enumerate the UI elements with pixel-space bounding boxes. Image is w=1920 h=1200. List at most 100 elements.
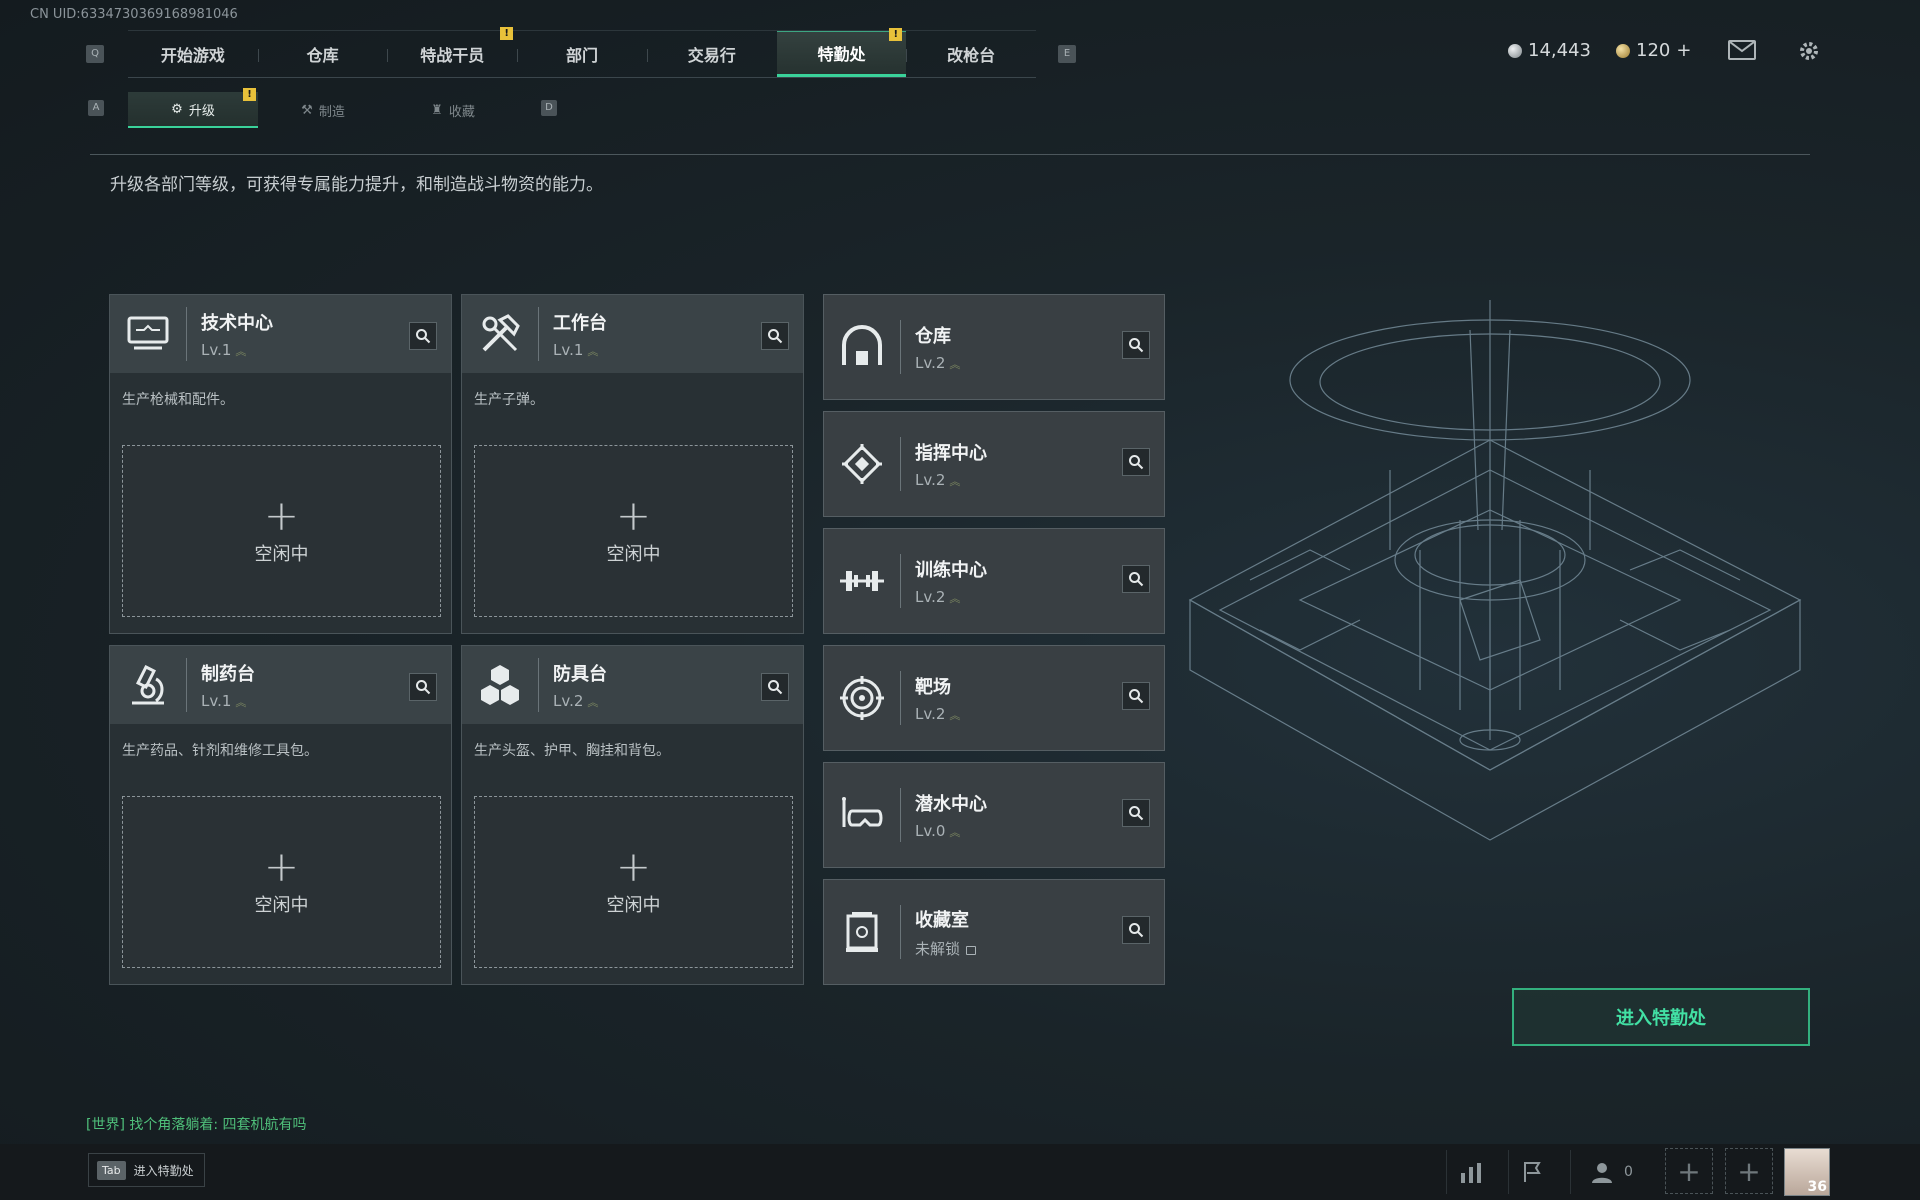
facility-name: 指挥中心 [915, 443, 987, 464]
chat-line[interactable]: [世界] 找个角落躺着: 四套机航有吗 [86, 1114, 307, 1134]
facility-card-shooting-range[interactable]: 靶场 Lv.2 ︽ [823, 645, 1165, 751]
facility-name: 潜水中心 [915, 794, 987, 815]
sub-nav: ⚙ 升级 ! ⚒ 制造 ♜ 收藏 [128, 88, 518, 128]
search-button[interactable] [761, 673, 789, 701]
facility-name: 仓库 [915, 326, 951, 347]
facility-level: Lv.0 [915, 822, 946, 840]
prev-tab-key[interactable]: Q [86, 45, 104, 63]
stats-icon[interactable] [1446, 1150, 1494, 1194]
facility-card-command-center[interactable]: 指挥中心 Lv.2 ︽ [823, 411, 1165, 517]
search-button[interactable] [1122, 331, 1150, 359]
facility-level: Lv.2 [915, 354, 946, 372]
add-icon: + [1737, 1154, 1761, 1188]
subtab-upgrade[interactable]: ⚙ 升级 ! [128, 88, 258, 128]
slot-status: 空闲中 [606, 895, 661, 916]
add-icon: + [615, 842, 652, 891]
search-button[interactable] [409, 322, 437, 350]
facility-card-workbench[interactable]: 工作台 Lv.1 ︽ 生产子弹。 + 空闲中 [461, 294, 804, 634]
search-icon [1129, 806, 1144, 821]
search-button[interactable] [1122, 916, 1150, 944]
tab-departments[interactable]: 部门 [517, 31, 647, 77]
alert-badge: ! [243, 88, 256, 101]
search-button[interactable] [1122, 799, 1150, 827]
microscope-icon [110, 646, 186, 724]
search-button[interactable] [1122, 565, 1150, 593]
facility-description: 生产枪械和配件。 [122, 392, 234, 408]
production-slot[interactable]: + 空闲中 [122, 796, 441, 968]
tab-key: Tab [97, 1160, 126, 1180]
cubes-icon [462, 646, 538, 724]
tab-operators[interactable]: 特战干员! [387, 27, 517, 77]
next-subtab-key[interactable]: D [541, 100, 557, 116]
facility-card-collection-room[interactable]: 收藏室 未解锁 [823, 879, 1165, 985]
slot-status: 空闲中 [254, 895, 309, 916]
add-squad-slot-2[interactable]: + [1725, 1148, 1773, 1194]
tab-trading[interactable]: 交易行 [646, 31, 777, 77]
tools-icon [462, 295, 538, 373]
add-squad-slot-1[interactable]: + [1665, 1148, 1713, 1194]
facility-level: Lv.2 [915, 471, 946, 489]
facility-card-training-center[interactable]: 训练中心 Lv.2 ︽ [823, 528, 1165, 634]
search-button[interactable] [761, 322, 789, 350]
main-nav: 开始游戏 仓库 特战干员! 部门 交易行 特勤处! 改枪台 [128, 27, 1036, 78]
computer-icon [110, 295, 186, 373]
tab-start-game[interactable]: 开始游戏 [128, 31, 258, 77]
chat-channel: [世界] [86, 1117, 125, 1133]
facility-card-pharmacy[interactable]: 制药台 Lv.1 ︽ 生产药品、针剂和维修工具包。 + 空闲中 [109, 645, 452, 985]
production-slot[interactable]: + 空闲中 [474, 445, 793, 617]
facility-level: Lv.2 [915, 705, 946, 723]
slot-status: 空闲中 [606, 544, 661, 565]
add-icon: + [615, 491, 652, 540]
flag-icon[interactable] [1508, 1150, 1556, 1194]
prev-subtab-key[interactable]: A [88, 100, 104, 116]
search-button[interactable] [1122, 448, 1150, 476]
search-icon [416, 329, 431, 344]
friends-count: 0 [1624, 1164, 1633, 1180]
next-tab-key[interactable]: E [1058, 45, 1076, 63]
command-icon [824, 425, 900, 503]
tab-hint-button[interactable]: Tab 进入特勤处 [88, 1153, 205, 1187]
facility-name: 工作台 [553, 313, 607, 334]
manufacture-icon: ⚒ [301, 102, 313, 118]
search-icon [1129, 923, 1144, 938]
facility-level: Lv.1 [201, 692, 232, 710]
tab-special-ops[interactable]: 特勤处! [776, 28, 907, 77]
subtab-collection[interactable]: ♜ 收藏 [388, 92, 518, 128]
facility-level: Lv.1 [201, 341, 232, 359]
page-description: 升级各部门等级，可获得专属能力提升，和制造战斗物资的能力。 [110, 175, 603, 195]
display-case-icon [824, 893, 900, 971]
search-icon [416, 680, 431, 695]
facility-level: Lv.2 [553, 692, 584, 710]
add-icon: + [263, 491, 300, 540]
currency-silver: 14,443 [1508, 40, 1591, 61]
gear-icon[interactable] [1796, 38, 1822, 64]
chat-message: 找个角落躺着: 四套机航有吗 [129, 1117, 307, 1133]
subtab-manufacture[interactable]: ⚒ 制造 [258, 92, 388, 128]
currency-gold[interactable]: 120 + [1616, 40, 1691, 61]
diving-mask-icon [824, 776, 900, 854]
production-slot[interactable]: + 空闲中 [474, 796, 793, 968]
facility-card-tech-center[interactable]: 技术中心 Lv.1 ︽ 生产枪械和配件。 + 空闲中 [109, 294, 452, 634]
slot-status: 空闲中 [254, 544, 309, 565]
search-button[interactable] [1122, 682, 1150, 710]
search-icon [768, 680, 783, 695]
user-uid: CN UID:6334730369168981046 [30, 7, 238, 22]
production-slot[interactable]: + 空闲中 [122, 445, 441, 617]
facility-name: 技术中心 [201, 313, 273, 334]
warehouse-icon [824, 308, 900, 386]
facility-name: 训练中心 [915, 560, 987, 581]
avatar[interactable]: 36 [1784, 1148, 1830, 1196]
facility-card-armor-bench[interactable]: 防具台 Lv.2 ︽ 生产头盔、护甲、胸挂和背包。 + 空闲中 [461, 645, 804, 985]
friends-button[interactable]: 0 [1570, 1150, 1654, 1194]
mail-icon[interactable] [1728, 40, 1756, 60]
search-icon [1129, 455, 1144, 470]
tab-gunsmith[interactable]: 改枪台 [906, 31, 1036, 77]
facility-card-diving-center[interactable]: 潜水中心 Lv.0 ︽ [823, 762, 1165, 868]
enter-special-ops-button[interactable]: 进入特勤处 [1512, 988, 1810, 1046]
tab-warehouse[interactable]: 仓库 [257, 31, 388, 77]
search-button[interactable] [409, 673, 437, 701]
facility-card-warehouse[interactable]: 仓库 Lv.2 ︽ [823, 294, 1165, 400]
add-currency-button[interactable]: + [1676, 40, 1691, 61]
facility-name: 靶场 [915, 677, 951, 698]
player-level: 36 [1807, 1179, 1827, 1195]
